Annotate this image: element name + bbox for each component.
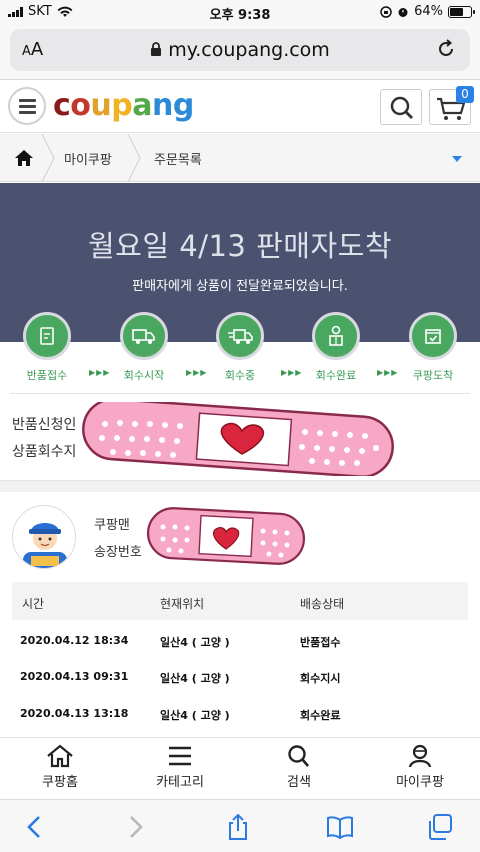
bandaid-sticker-redaction (82, 402, 394, 476)
breadcrumb-separator (127, 134, 141, 182)
share-icon[interactable] (223, 812, 253, 842)
back-icon[interactable] (20, 812, 50, 842)
tabs-icon[interactable] (425, 812, 455, 842)
row-time: 2020.04.13 13:18 (20, 707, 129, 720)
logo-letter: n (152, 88, 173, 123)
progress-steps: 반품접수 ▶▶▶ 회수시작 ▶▶▶ 회수중 ▶▶▶ 회수완료 ▶▶▶ 쿠팡도착 (0, 312, 480, 392)
chevron-down-icon[interactable] (452, 156, 462, 162)
breadcrumb-separator (41, 134, 55, 182)
search-icon (390, 96, 413, 119)
status-bar: SKT 오후 9:38 64% (0, 0, 480, 24)
logo-letter: g (172, 88, 194, 123)
battery-percent: 64% (414, 4, 443, 19)
column-header-status: 배송상태 (300, 597, 345, 611)
row-location: 일산4 ( 고양 ) (160, 636, 230, 649)
logo-letter: a (132, 88, 153, 123)
browser-address-area: AA my.coupang.com (0, 24, 480, 80)
logo-letter: o (70, 88, 91, 123)
menu-icon (169, 746, 191, 766)
row-location: 일산4 ( 고양 ) (160, 672, 230, 685)
row-location: 일산4 ( 고양 ) (160, 709, 230, 722)
banner-subtitle: 판매자에게 상품이 전달완료되었습니다. (132, 279, 348, 294)
forward-icon[interactable] (120, 812, 150, 842)
user-icon (408, 744, 432, 768)
person-box-icon (329, 325, 343, 346)
breadcrumb: 마이쿠팡 주문목록 (0, 134, 480, 182)
home-icon (15, 150, 33, 166)
row-status: 반품접수 (300, 636, 341, 649)
cart-count-badge: 0 (456, 86, 474, 103)
step-pickup-start: 회수시작 (109, 312, 179, 383)
row-time: 2020.04.12 18:34 (20, 634, 129, 647)
battery-icon (448, 5, 475, 18)
row-time: 2020.04.13 09:31 (20, 670, 129, 683)
logo-letter: c (53, 88, 71, 123)
alarm-icon (398, 7, 408, 17)
divider (10, 393, 470, 394)
step-arrows: ▶▶▶ (281, 368, 303, 377)
table-row: 2020.04.13 09:31 일산4 ( 고양 ) 회수지시 (12, 660, 468, 696)
tab-coupang-home[interactable]: 쿠팡홈 (15, 744, 105, 790)
row-status: 회수지시 (300, 672, 341, 685)
breadcrumb-item-mycoupang[interactable]: 마이쿠팡 (64, 149, 112, 168)
column-header-location: 현재위치 (160, 597, 205, 611)
url-text[interactable]: my.coupang.com (10, 39, 470, 61)
lock-icon (151, 42, 162, 56)
browser-toolbar (0, 799, 480, 852)
step-arrows: ▶▶▶ (377, 368, 399, 377)
step-return-received: 반품접수 (12, 312, 82, 383)
menu-button[interactable] (8, 87, 46, 125)
tab-category[interactable]: 카테고리 (135, 744, 225, 790)
applicant-label: 반품신청인 (12, 417, 77, 433)
truck-icon (132, 329, 155, 344)
box-check-icon (425, 329, 441, 344)
courier-name-label: 쿠팡맨 (94, 518, 130, 533)
pickup-address-label: 상품회수지 (12, 444, 77, 460)
table-row: 2020.04.13 13:18 일산4 ( 고양 ) 회수완료 (12, 697, 468, 733)
tracking-table-header: 시간 현재위치 배송상태 (12, 582, 468, 620)
search-button[interactable] (380, 89, 422, 125)
tab-mycoupang[interactable]: 마이쿠팡 (375, 744, 465, 790)
bottom-tab-bar: 쿠팡홈 카테고리 검색 마이쿠팡 (0, 737, 480, 799)
row-status: 회수완료 (300, 709, 341, 722)
bookmarks-icon[interactable] (325, 812, 355, 842)
coupang-logo[interactable]: coupang (53, 88, 194, 123)
breadcrumb-item-orders[interactable]: 주문목록 (154, 149, 202, 168)
column-header-time: 시간 (22, 597, 45, 611)
step-arrows: ▶▶▶ (89, 368, 111, 377)
section-gap (0, 480, 480, 492)
logo-letter: p (111, 88, 133, 123)
moving-truck-icon (228, 329, 253, 344)
address-bar[interactable]: AA my.coupang.com (10, 29, 470, 71)
rotation-lock-icon (380, 5, 392, 18)
banner-title: 월요일 4/13 판매자도착 (88, 229, 392, 263)
home-icon (47, 744, 73, 768)
search-icon (288, 745, 309, 767)
step-pickup-in-progress: 회수중 (205, 312, 275, 383)
table-row: 2020.04.12 18:34 일산4 ( 고양 ) 반품접수 (12, 624, 468, 660)
site-header: coupang 0 (0, 81, 480, 133)
invoice-number-label: 송장번호 (94, 545, 142, 560)
tab-search[interactable]: 검색 (254, 744, 344, 790)
document-icon (40, 327, 54, 345)
courier-avatar (12, 505, 76, 569)
logo-letter: u (90, 88, 112, 123)
cart-button[interactable]: 0 (429, 86, 474, 125)
bandaid-sticker-redaction (146, 507, 306, 565)
reload-icon[interactable] (434, 37, 458, 61)
step-arrived-coupang: 쿠팡도착 (398, 312, 468, 383)
step-pickup-complete: 회수완료 (301, 312, 371, 383)
